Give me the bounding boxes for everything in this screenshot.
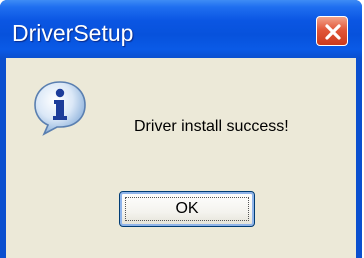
title-bar[interactable]: DriverSetup [0, 0, 362, 58]
close-icon [325, 24, 341, 40]
dialog-message: Driver install success! [134, 118, 289, 135]
dialog-body: Driver install success! OK [6, 58, 356, 258]
ok-button[interactable]: OK [119, 191, 255, 227]
window-title: DriverSetup [12, 20, 134, 46]
ok-button-label: OK [175, 200, 199, 217]
info-icon [34, 81, 86, 136]
close-button[interactable] [316, 16, 348, 46]
dialog-window: DriverSetup Driver install success! OK [0, 0, 362, 258]
